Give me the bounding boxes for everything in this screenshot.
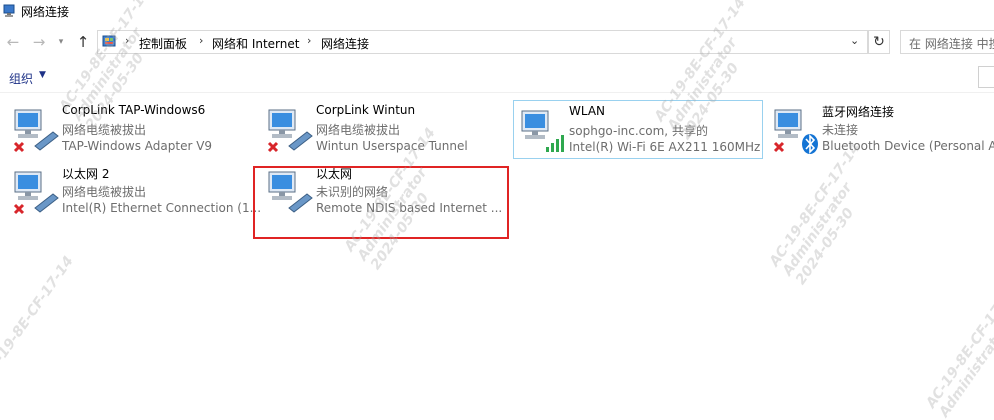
connection-item[interactable]: CorpLink Wintun 网络电缆被拔出 Wintun Userspace… bbox=[261, 100, 509, 158]
connection-name: CorpLink Wintun bbox=[316, 103, 416, 117]
network-adapter-disconnected-icon bbox=[13, 109, 59, 153]
connection-item-wlan[interactable]: WLAN sophgo-inc.com, 共享的 Intel(R) Wi-Fi … bbox=[513, 100, 763, 159]
watermark: AC-19-8E-CF-17-14 bbox=[0, 253, 77, 383]
command-bar: 组织 ▼ bbox=[0, 62, 994, 93]
refresh-icon[interactable]: ↻ bbox=[868, 30, 890, 54]
connection-device: Wintun Userspace Tunnel bbox=[316, 139, 468, 153]
connection-device: Intel(R) Wi-Fi 6E AX211 160MHz bbox=[569, 140, 761, 154]
address-bar[interactable]: › 控制面板 › 网络和 Internet › 网络连接 ⌄ bbox=[97, 30, 868, 54]
connection-item[interactable]: 以太网 2 网络电缆被拔出 Intel(R) Ethernet Connecti… bbox=[7, 162, 261, 220]
connection-name: 以太网 2 bbox=[62, 167, 110, 181]
window-title: 网络连接 bbox=[21, 5, 70, 19]
connection-item[interactable]: CorpLink TAP-Windows6 网络电缆被拔出 TAP-Window… bbox=[7, 100, 255, 158]
up-arrow-icon[interactable]: ↑ bbox=[73, 32, 93, 52]
connection-device: TAP-Windows Adapter V9 bbox=[62, 139, 213, 153]
bluetooth-adapter-disconnected-icon bbox=[773, 109, 818, 154]
chevron-down-icon[interactable]: ▼ bbox=[39, 70, 46, 80]
connection-status: 网络电缆被拔出 bbox=[62, 123, 147, 137]
recent-locations-dropdown-icon[interactable]: ▾ bbox=[51, 32, 71, 52]
connection-status: 网络电缆被拔出 bbox=[62, 185, 147, 199]
connection-item[interactable]: 蓝牙网络连接 未连接 Bluetooth Device (Personal Ar… bbox=[767, 100, 994, 158]
connection-name: 蓝牙网络连接 bbox=[822, 105, 895, 119]
watermark: AC-19-8E-CF-17-14 Administrator bbox=[923, 281, 994, 420]
connection-device: Bluetooth Device (Personal Area Network) bbox=[822, 139, 994, 153]
connection-status: sophgo-inc.com, 共享的 bbox=[569, 124, 708, 138]
view-options-button[interactable] bbox=[978, 66, 994, 88]
network-adapter-disconnected-icon bbox=[267, 109, 313, 153]
breadcrumb-separator-icon[interactable]: › bbox=[307, 34, 311, 47]
network-connections-icon bbox=[3, 4, 15, 17]
connection-name: WLAN bbox=[569, 104, 606, 118]
connection-status: 未连接 bbox=[822, 123, 859, 137]
breadcrumb-network-internet[interactable]: 网络和 Internet bbox=[212, 35, 299, 52]
forward-arrow-icon[interactable]: → bbox=[29, 32, 49, 52]
back-arrow-icon[interactable]: ← bbox=[3, 32, 23, 52]
wifi-adapter-icon bbox=[521, 110, 564, 152]
search-placeholder: 在 网络连接 中搜索 bbox=[909, 37, 994, 51]
title-bar: 网络连接 bbox=[0, 0, 994, 24]
connection-device: Intel(R) Ethernet Connection (1... bbox=[62, 201, 262, 215]
control-panel-icon bbox=[102, 35, 116, 47]
highlight-box bbox=[253, 166, 509, 239]
watermark: AC-19-8E-CF-17-14 Administrator 2024-05-30 bbox=[766, 140, 864, 288]
address-history-chevron-down-icon[interactable]: ⌄ bbox=[850, 34, 859, 47]
network-adapter-disconnected-icon bbox=[13, 171, 59, 215]
connection-name: CorpLink TAP-Windows6 bbox=[62, 103, 206, 117]
breadcrumb-network-connections[interactable]: 网络连接 bbox=[321, 35, 369, 52]
breadcrumb-separator-icon[interactable]: › bbox=[125, 34, 129, 47]
breadcrumb-separator-icon[interactable]: › bbox=[199, 34, 203, 47]
organize-menu-button[interactable]: 组织 bbox=[9, 70, 33, 87]
breadcrumb-control-panel[interactable]: 控制面板 bbox=[139, 35, 187, 52]
navigation-bar: ← → ▾ ↑ › 控制面板 › 网络和 Internet › 网络连接 ⌄ ↻… bbox=[0, 28, 994, 56]
connection-status: 网络电缆被拔出 bbox=[316, 123, 401, 137]
search-input[interactable]: 在 网络连接 中搜索 bbox=[900, 30, 994, 54]
